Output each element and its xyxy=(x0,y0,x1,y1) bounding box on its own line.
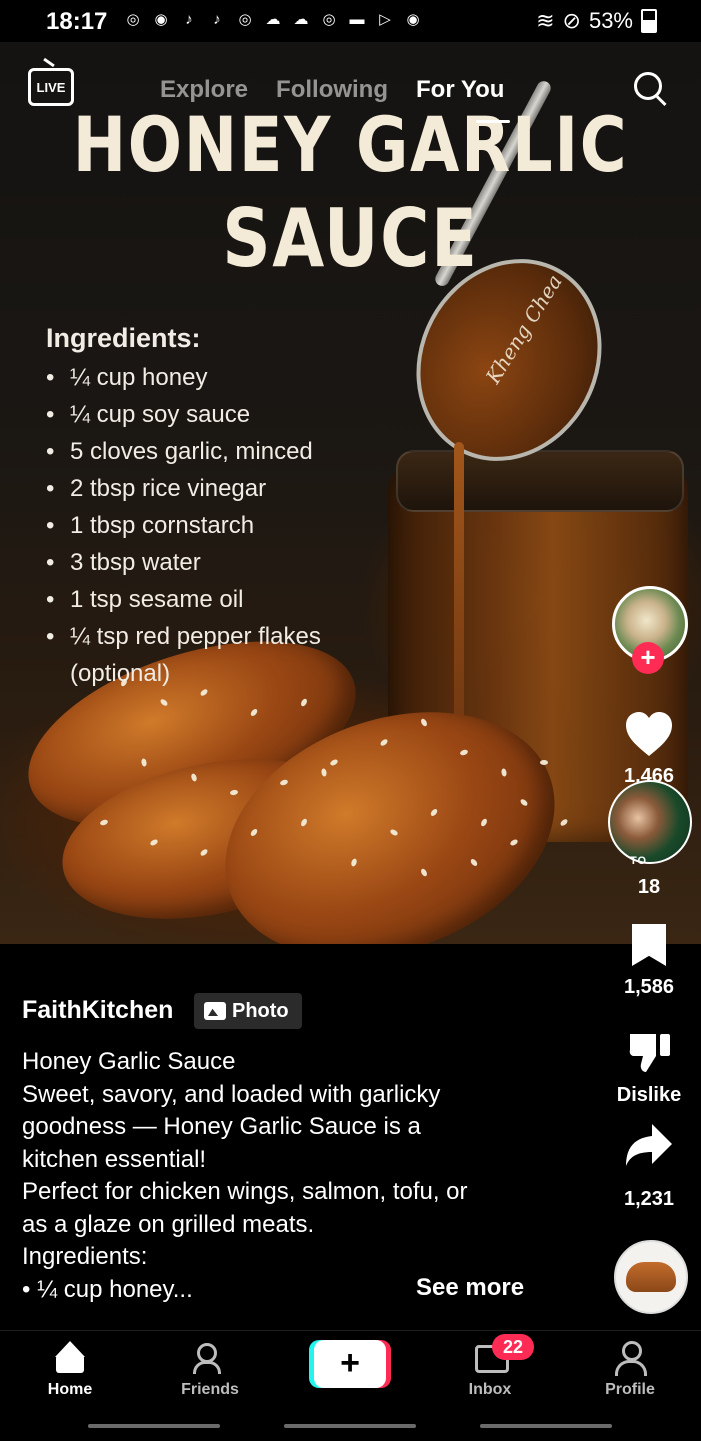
bread-thumbnail xyxy=(626,1262,676,1292)
comment-count: 18 xyxy=(637,876,661,898)
ingredient-item: 1 tsp sesame oil xyxy=(46,581,370,618)
comment-avatar[interactable] xyxy=(608,780,692,864)
photo-badge-label: Photo xyxy=(232,999,289,1022)
feed-tabs: Explore Following For You xyxy=(160,76,504,104)
wifi-icon: ≋ xyxy=(536,8,555,33)
profile-icon xyxy=(613,1341,647,1376)
ingredient-item: 5 cloves garlic, minced xyxy=(46,433,370,470)
gesture-bar xyxy=(88,1424,220,1428)
create-post-button[interactable]: + xyxy=(314,1340,386,1388)
search-icon[interactable] xyxy=(634,72,662,100)
bookmark-count: 1,586 xyxy=(623,976,675,998)
tab-following[interactable]: Following xyxy=(276,76,388,104)
nav-friends[interactable]: Friends xyxy=(155,1341,265,1399)
inbox-unread-badge: 22 xyxy=(492,1334,534,1360)
battery-percent: 53% xyxy=(588,8,633,33)
gesture-bar xyxy=(480,1424,612,1428)
status-bar: 18:17 ◎ ◉ ♪ ♪ ◎ ☁ ☁ ◎ ▬ ▷ ◉ ≋ ⊘ 53% xyxy=(0,0,701,42)
ingredient-item: ¼ cup soy sauce xyxy=(46,396,370,433)
tab-explore[interactable]: Explore xyxy=(160,76,248,104)
soundcloud-icon: ☁ xyxy=(265,11,281,28)
tab-for-you[interactable]: For You xyxy=(416,76,504,104)
messenger-icon: ◉ xyxy=(406,11,420,28)
soundcloud-icon: ☁ xyxy=(293,11,309,28)
notification-icons: ◎ ◉ ♪ ♪ ◎ ☁ ☁ ◎ ▬ ▷ ◉ xyxy=(122,8,424,30)
folder-icon: ▬ xyxy=(349,10,365,28)
author-name[interactable]: FaithKitchen xyxy=(22,996,173,1025)
instagram-icon: ◎ xyxy=(322,11,336,28)
caption-line: as a glaze on grilled meats. xyxy=(22,1210,315,1238)
comment-avatar-label: TO xyxy=(630,855,648,867)
jar-rim-image xyxy=(396,450,684,512)
friends-icon xyxy=(193,1341,227,1375)
bookmark-icon[interactable] xyxy=(632,924,666,966)
caption-line: Ingredients: xyxy=(22,1243,148,1270)
caption-line: Sweet, savory, and loaded with garlicky xyxy=(22,1080,441,1108)
photo-icon xyxy=(204,1002,226,1020)
photo-badge: Photo xyxy=(194,993,302,1029)
status-time: 18:17 xyxy=(46,8,108,35)
image-title-line2: SAUCE xyxy=(222,192,479,285)
gesture-bar xyxy=(284,1424,416,1428)
home-icon xyxy=(53,1341,87,1375)
see-more-button[interactable]: See more xyxy=(416,1274,524,1302)
nav-friends-label: Friends xyxy=(181,1381,239,1398)
ingredient-item: ¼ tsp red pepper flakes (optional) xyxy=(46,618,370,692)
active-tab-indicator xyxy=(476,120,510,123)
instagram-icon: ◎ xyxy=(126,11,140,28)
live-icon[interactable]: LIVE xyxy=(28,68,74,106)
post-caption[interactable]: Honey Garlic Sauce Sweet, savory, and lo… xyxy=(22,1046,562,1306)
instagram-icon: ◎ xyxy=(238,11,252,28)
ingredients-heading: Ingredients: xyxy=(46,323,201,353)
tiktok-icon: ♪ xyxy=(185,10,193,28)
status-right: ≋ ⊘ 53% xyxy=(536,8,657,34)
battery-icon xyxy=(641,9,657,33)
ingredient-item: 3 tbsp water xyxy=(46,544,370,581)
nav-profile[interactable]: Profile xyxy=(575,1341,685,1399)
ingredient-item: 1 tbsp cornstarch xyxy=(46,507,370,544)
messenger-icon: ◉ xyxy=(154,11,168,28)
post-photo[interactable]: Kheng Chea HONEY GARLIC SAUCE Ingredient… xyxy=(0,42,701,944)
dislike-icon[interactable] xyxy=(626,1028,674,1074)
share-count: 1,231 xyxy=(623,1188,675,1210)
nav-profile-label: Profile xyxy=(605,1381,655,1398)
top-nav: LIVE Explore Following For You xyxy=(0,60,701,123)
nav-inbox-label: Inbox xyxy=(468,1381,512,1398)
sesame-seed xyxy=(540,760,548,765)
ingredients-overlay: Ingredients: ¼ cup honey ¼ cup soy sauce… xyxy=(46,320,370,692)
caption-line: Perfect for chicken wings, salmon, tofu,… xyxy=(22,1178,468,1205)
caption-line: Honey Garlic Sauce xyxy=(22,1048,236,1075)
dislike-label: Dislike xyxy=(616,1084,682,1106)
share-icon[interactable] xyxy=(624,1122,674,1170)
nav-home-label: Home xyxy=(47,1381,93,1398)
caption-line: goodness — Honey Garlic Sauce is a xyxy=(22,1113,421,1140)
nav-home[interactable]: Home xyxy=(15,1341,125,1399)
follow-plus-icon[interactable]: + xyxy=(632,642,664,674)
ingredients-list: ¼ cup honey ¼ cup soy sauce 5 cloves gar… xyxy=(46,359,370,692)
ingredient-item: ¼ cup honey xyxy=(46,359,370,396)
music-disc[interactable] xyxy=(614,1240,688,1314)
heart-icon[interactable] xyxy=(624,710,674,758)
tiktok-icon: ♪ xyxy=(213,10,221,28)
ingredient-item: 2 tbsp rice vinegar xyxy=(46,470,370,507)
do-not-disturb-icon: ⊘ xyxy=(562,8,581,33)
play-store-icon: ▷ xyxy=(379,11,391,28)
caption-line: kitchen essential! xyxy=(22,1145,207,1173)
